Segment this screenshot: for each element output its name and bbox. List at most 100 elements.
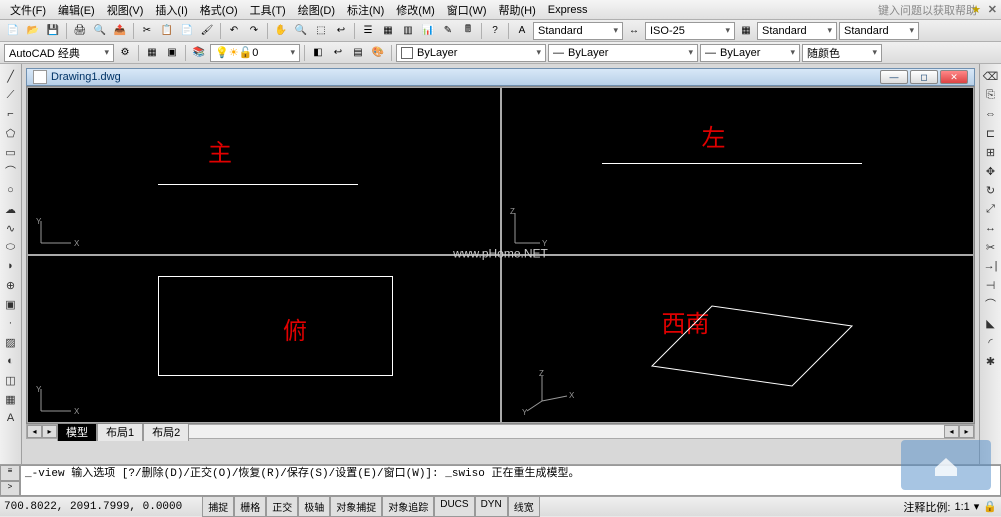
close-button[interactable]: ✕ [940,70,968,84]
hscroll-track[interactable] [189,425,944,438]
point-icon[interactable]: · [3,315,19,331]
layer-props-icon[interactable]: 📚 [190,44,208,62]
minimize-button[interactable]: — [880,70,908,84]
paste-icon[interactable]: 📄 [178,22,196,40]
workspace-combo[interactable]: AutoCAD 经典 [4,44,114,62]
menu-express[interactable]: Express [542,2,594,18]
lineweight-combo[interactable]: —ByLayer [700,44,800,62]
hatch-icon[interactable]: ▨ [3,334,19,350]
command-input[interactable]: _-view 输入选项 [?/删除(D)/正交(O)/恢复(R)/保存(S)/设… [20,465,1001,496]
toggle-lwt[interactable]: 线宽 [508,496,540,517]
hscroll-right[interactable]: ▸ [959,425,974,438]
insert-icon[interactable]: ⊕ [3,277,19,293]
undo-icon[interactable]: ↶ [225,22,243,40]
cut-icon[interactable]: ✂ [138,22,156,40]
line-icon[interactable]: ╱ [3,68,19,84]
menu-view[interactable]: 视图(V) [101,0,150,20]
save-icon[interactable]: 💾 [44,22,62,40]
coordinates[interactable]: 700.8022, 2091.7999, 0.0000 [4,501,182,513]
linetype-combo[interactable]: —ByLayer [548,44,698,62]
extend-icon[interactable]: →| [983,258,999,274]
star-icon[interactable]: ★ [971,3,981,16]
color-combo[interactable]: ByLayer [396,44,546,62]
zoom-prev-icon[interactable]: ↩ [332,22,350,40]
table-style-combo[interactable]: Standard [757,22,837,40]
pline-icon[interactable]: ⌐ [3,106,19,122]
markup-icon[interactable]: ✎ [439,22,457,40]
print-icon[interactable]: 🖨 [71,22,89,40]
rotate-icon[interactable]: ↻ [983,182,999,198]
ssm-icon[interactable]: 📊 [419,22,437,40]
mtext-icon[interactable]: A [3,410,19,426]
menu-help[interactable]: 帮助(H) [493,0,542,20]
table-style-icon[interactable]: ▦ [737,22,755,40]
zoom-window-icon[interactable]: ⬚ [312,22,330,40]
break-icon[interactable]: ⊣ [983,277,999,293]
polygon-icon[interactable]: ⬠ [3,125,19,141]
viewport-top[interactable]: 俯 X Y [27,255,501,423]
open-icon[interactable]: 📂 [24,22,42,40]
tab-scroll-left[interactable]: ◂ [27,425,42,438]
toggle-dyn[interactable]: DYN [475,496,508,517]
workspace-settings-icon[interactable]: ⚙ [116,44,134,62]
table-icon[interactable]: ▦ [3,391,19,407]
redo-icon[interactable]: ↷ [245,22,263,40]
plotstyle-combo[interactable]: 随颜色 [802,44,882,62]
block-icon[interactable]: ▣ [3,296,19,312]
circle-icon[interactable]: ○ [3,182,19,198]
match-icon[interactable]: 🖌 [198,22,216,40]
new-icon[interactable]: 📄 [4,22,22,40]
tab-layout2[interactable]: 布局2 [143,422,189,441]
menu-draw[interactable]: 绘图(D) [292,0,341,20]
ws-icon1[interactable]: ▦ [143,44,161,62]
arc-icon[interactable]: ⌒ [3,163,19,179]
app-close-icon[interactable]: ✕ [988,3,997,16]
rectangle-icon[interactable]: ▭ [3,144,19,160]
dim-style-combo[interactable]: ISO-25 [645,22,735,40]
annot-vis-icon[interactable]: ▾ [974,500,980,513]
join-icon[interactable]: ⌒ [983,296,999,312]
text-style-combo[interactable]: Standard [533,22,623,40]
scale-icon[interactable]: ⤢ [983,201,999,217]
maximize-button[interactable]: ◻ [910,70,938,84]
preview-icon[interactable]: 🔍 [91,22,109,40]
pan-icon[interactable]: ✋ [272,22,290,40]
menu-edit[interactable]: 编辑(E) [52,0,101,20]
menu-tools[interactable]: 工具(T) [244,0,292,20]
xline-icon[interactable]: ⟋ [3,87,19,103]
tab-layout1[interactable]: 布局1 [97,422,143,441]
array-icon[interactable]: ⊞ [983,144,999,160]
mleader-style-combo[interactable]: Standard [839,22,919,40]
layer-combo[interactable]: 💡 ☀ 🔓 0 [210,44,300,62]
menu-modify[interactable]: 修改(M) [390,0,441,20]
menu-dim[interactable]: 标注(N) [341,0,390,20]
move-icon[interactable]: ✥ [983,163,999,179]
dim-style-icon[interactable]: ↔ [625,22,643,40]
layer-match-icon[interactable]: 🎨 [369,44,387,62]
trim-icon[interactable]: ✂ [983,239,999,255]
menu-format[interactable]: 格式(O) [194,0,244,20]
spline-icon[interactable]: ∿ [3,220,19,236]
properties-icon[interactable]: ☰ [359,22,377,40]
document-titlebar[interactable]: Drawing1.dwg — ◻ ✕ [26,68,975,86]
copy-obj-icon[interactable]: ⎘ [983,87,999,103]
offset-icon[interactable]: ⊏ [983,125,999,141]
revcloud-icon[interactable]: ☁ [3,201,19,217]
layer-iso-icon[interactable]: ◧ [309,44,327,62]
layer-state-icon[interactable]: ▤ [349,44,367,62]
toggle-ortho[interactable]: 正交 [266,496,298,517]
viewport-front[interactable]: 主 X Y [27,87,501,255]
toggle-osnap[interactable]: 对象捕捉 [330,496,382,517]
toggle-grid[interactable]: 栅格 [234,496,266,517]
toggle-ducs[interactable]: DUCS [434,496,474,517]
zoom-icon[interactable]: 🔍 [292,22,310,40]
ellipse-icon[interactable]: ⬭ [3,239,19,255]
ws-icon2[interactable]: ▣ [163,44,181,62]
menu-file[interactable]: 文件(F) [4,0,52,20]
ellipse-arc-icon[interactable]: ◗ [3,258,19,274]
tab-scroll-right[interactable]: ▸ [42,425,57,438]
viewport-left[interactable]: 左 Z Y [501,87,975,255]
text-style-icon[interactable]: A [513,22,531,40]
toggle-otrack[interactable]: 对象追踪 [382,496,434,517]
cmd-prompt-icon[interactable]: > [0,481,20,497]
